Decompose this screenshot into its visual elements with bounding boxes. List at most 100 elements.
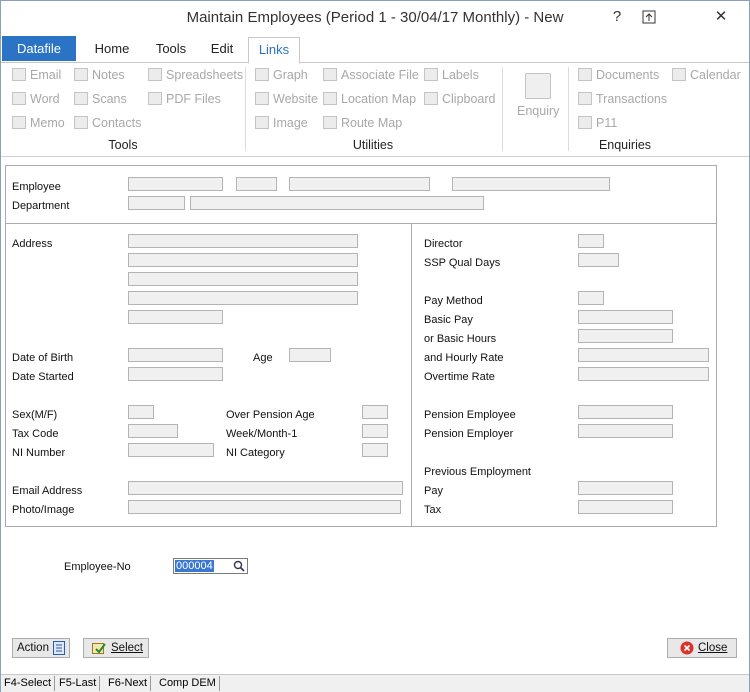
close-button[interactable]: Close [667, 638, 737, 658]
address-line-3-field[interactable] [128, 272, 358, 286]
basic-pay-field[interactable] [578, 310, 673, 324]
utilities-group-label: Utilities [352, 138, 394, 152]
photo-field[interactable] [128, 500, 401, 514]
department-label: Department [12, 200, 70, 212]
location-map-icon [323, 92, 337, 105]
over-pension-age-field[interactable] [362, 405, 388, 419]
postcode-field[interactable] [128, 310, 223, 324]
mail-icon [12, 68, 26, 81]
status-bar: F4-Select F5-Last F6-Next Comp DEM [1, 674, 749, 692]
clipboard-link[interactable]: Clipboard [424, 89, 496, 109]
documents-label: Documents [596, 68, 660, 82]
employee-fullname-field[interactable] [452, 177, 610, 191]
employee-surname-field[interactable] [128, 177, 223, 191]
transactions-icon [578, 92, 592, 105]
employee-no-value: 000004 [175, 560, 214, 572]
previous-pay-field[interactable] [578, 481, 673, 495]
pay-method-field[interactable] [578, 291, 604, 305]
contacts-link[interactable]: Contacts [74, 113, 141, 133]
route-map-link[interactable]: Route Map [323, 113, 402, 133]
ribbon-separator [245, 67, 246, 151]
contacts-icon [74, 116, 88, 129]
department-name-field[interactable] [190, 196, 484, 210]
documents-link[interactable]: Documents [578, 65, 659, 85]
select-button[interactable]: Select [83, 638, 149, 658]
enquiry-icon[interactable] [525, 73, 551, 99]
location-map-link[interactable]: Location Map [323, 89, 416, 109]
department-code-field[interactable] [128, 196, 185, 210]
employee-title-field[interactable] [236, 177, 277, 191]
spreadsheets-label: Spreadsheets [166, 68, 244, 82]
website-link[interactable]: Website [255, 89, 318, 109]
tab-home[interactable]: Home [89, 37, 135, 61]
basic-pay-label: Basic Pay [424, 314, 473, 326]
enquiry-link[interactable]: Enquiry [517, 101, 559, 121]
email-link[interactable]: Email [12, 65, 61, 85]
pdf-files-link[interactable]: PDF Files [148, 89, 221, 109]
dob-field[interactable] [128, 348, 223, 362]
status-f5-last[interactable]: F5-Last [56, 676, 101, 691]
word-link[interactable]: Word [12, 89, 60, 109]
labels-label: Labels [442, 68, 479, 82]
tab-links[interactable]: Links [248, 37, 300, 64]
sex-field[interactable] [128, 405, 154, 419]
pension-employer-field[interactable] [578, 424, 673, 438]
spreadsheets-link[interactable]: Spreadsheets [148, 65, 243, 85]
associate-file-link[interactable]: Associate File [323, 65, 419, 85]
hourly-rate-label: and Hourly Rate [424, 352, 504, 364]
date-started-label: Date Started [12, 371, 74, 383]
pension-employee-field[interactable] [578, 405, 673, 419]
help-button[interactable]: ? [601, 3, 633, 33]
ribbon-separator [568, 67, 569, 151]
transactions-label: Transactions [596, 92, 668, 106]
ni-number-field[interactable] [128, 443, 214, 457]
labels-link[interactable]: Labels [424, 65, 479, 85]
transactions-link[interactable]: Transactions [578, 89, 667, 109]
hourly-rate-field[interactable] [578, 348, 709, 362]
previous-employment-label: Previous Employment [424, 466, 531, 478]
close-label: Close [698, 642, 728, 654]
employee-forename-field[interactable] [289, 177, 430, 191]
ribbon: Email Word Memo Notes Scans Contacts Spr… [1, 63, 749, 157]
memo-link[interactable]: Memo [12, 113, 65, 133]
age-field[interactable] [289, 348, 331, 362]
clipboard-label: Clipboard [442, 92, 496, 106]
status-f4-select[interactable]: F4-Select [1, 676, 56, 691]
ni-category-label: NI Category [226, 447, 285, 459]
pay-method-label: Pay Method [424, 295, 483, 307]
ssp-qual-days-field[interactable] [578, 253, 619, 267]
tab-tools[interactable]: Tools [149, 37, 193, 61]
week-month-1-field[interactable] [362, 424, 388, 438]
date-started-field[interactable] [128, 367, 223, 381]
previous-tax-label: Tax [424, 504, 442, 516]
action-button[interactable]: Action [12, 638, 70, 658]
ni-category-field[interactable] [362, 443, 388, 457]
address-label: Address [12, 238, 53, 250]
tab-edit[interactable]: Edit [205, 37, 239, 61]
email-address-field[interactable] [128, 481, 403, 495]
tax-code-field[interactable] [128, 424, 178, 438]
overtime-rate-field[interactable] [578, 367, 709, 381]
graph-link[interactable]: Graph [255, 65, 308, 85]
overtime-rate-label: Overtime Rate [424, 371, 495, 383]
employee-no-input[interactable]: 000004 [173, 558, 248, 574]
route-map-label: Route Map [341, 116, 403, 130]
previous-tax-field[interactable] [578, 500, 673, 514]
search-icon[interactable] [233, 559, 245, 575]
tab-datafile[interactable]: Datafile [2, 36, 76, 61]
image-link[interactable]: Image [255, 113, 308, 133]
address-line-1-field[interactable] [128, 234, 358, 248]
close-window-button[interactable]: ✕ [705, 3, 737, 33]
basic-hours-field[interactable] [578, 329, 673, 343]
notes-link[interactable]: Notes [74, 65, 125, 85]
image-label: Image [273, 116, 308, 130]
address-line-2-field[interactable] [128, 253, 358, 267]
scans-link[interactable]: Scans [74, 89, 127, 109]
address-line-4-field[interactable] [128, 291, 358, 305]
status-f6-next[interactable]: F6-Next [105, 676, 152, 691]
p11-link[interactable]: P11 [578, 113, 617, 133]
calendar-link[interactable]: Calendar [672, 65, 741, 85]
restore-button[interactable] [633, 3, 665, 33]
director-field[interactable] [578, 234, 604, 248]
word-label: Word [30, 92, 60, 106]
